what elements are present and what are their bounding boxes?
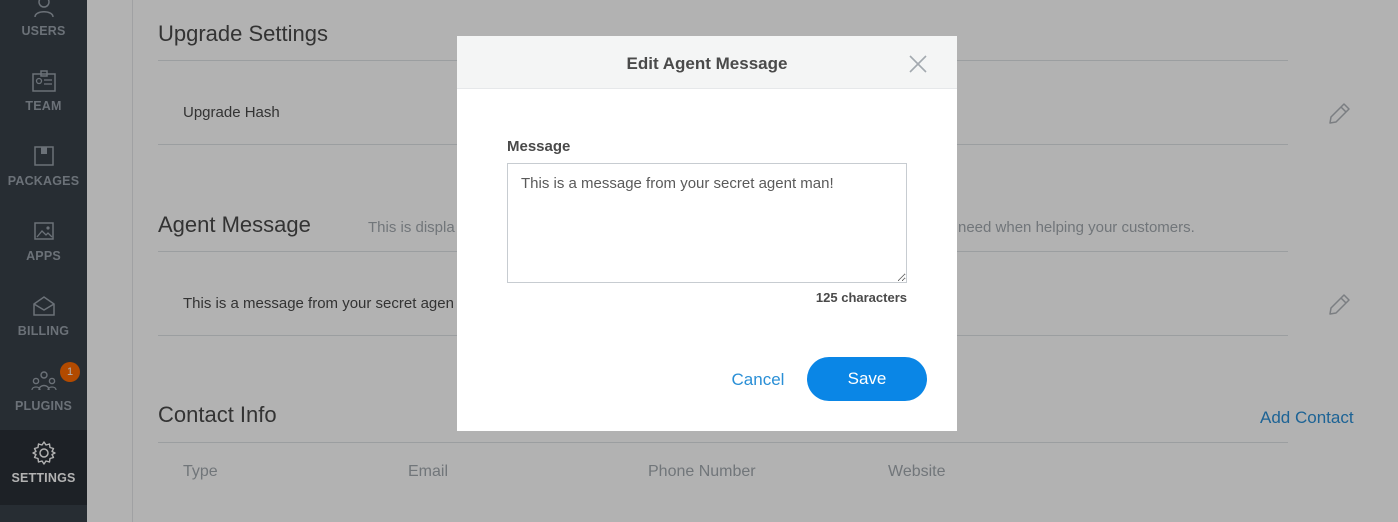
close-icon[interactable] xyxy=(909,55,927,73)
cancel-button[interactable]: Cancel xyxy=(717,358,799,402)
edit-agent-message-modal: Edit Agent Message Message This is a mes… xyxy=(457,36,957,431)
save-button[interactable]: Save xyxy=(807,357,927,401)
char-count: 125 characters xyxy=(815,290,907,305)
modal-header: Edit Agent Message xyxy=(457,36,957,89)
modal-title: Edit Agent Message xyxy=(626,54,788,73)
message-label: Message xyxy=(507,138,571,155)
message-textarea[interactable]: This is a message from your secret agent… xyxy=(507,163,907,283)
